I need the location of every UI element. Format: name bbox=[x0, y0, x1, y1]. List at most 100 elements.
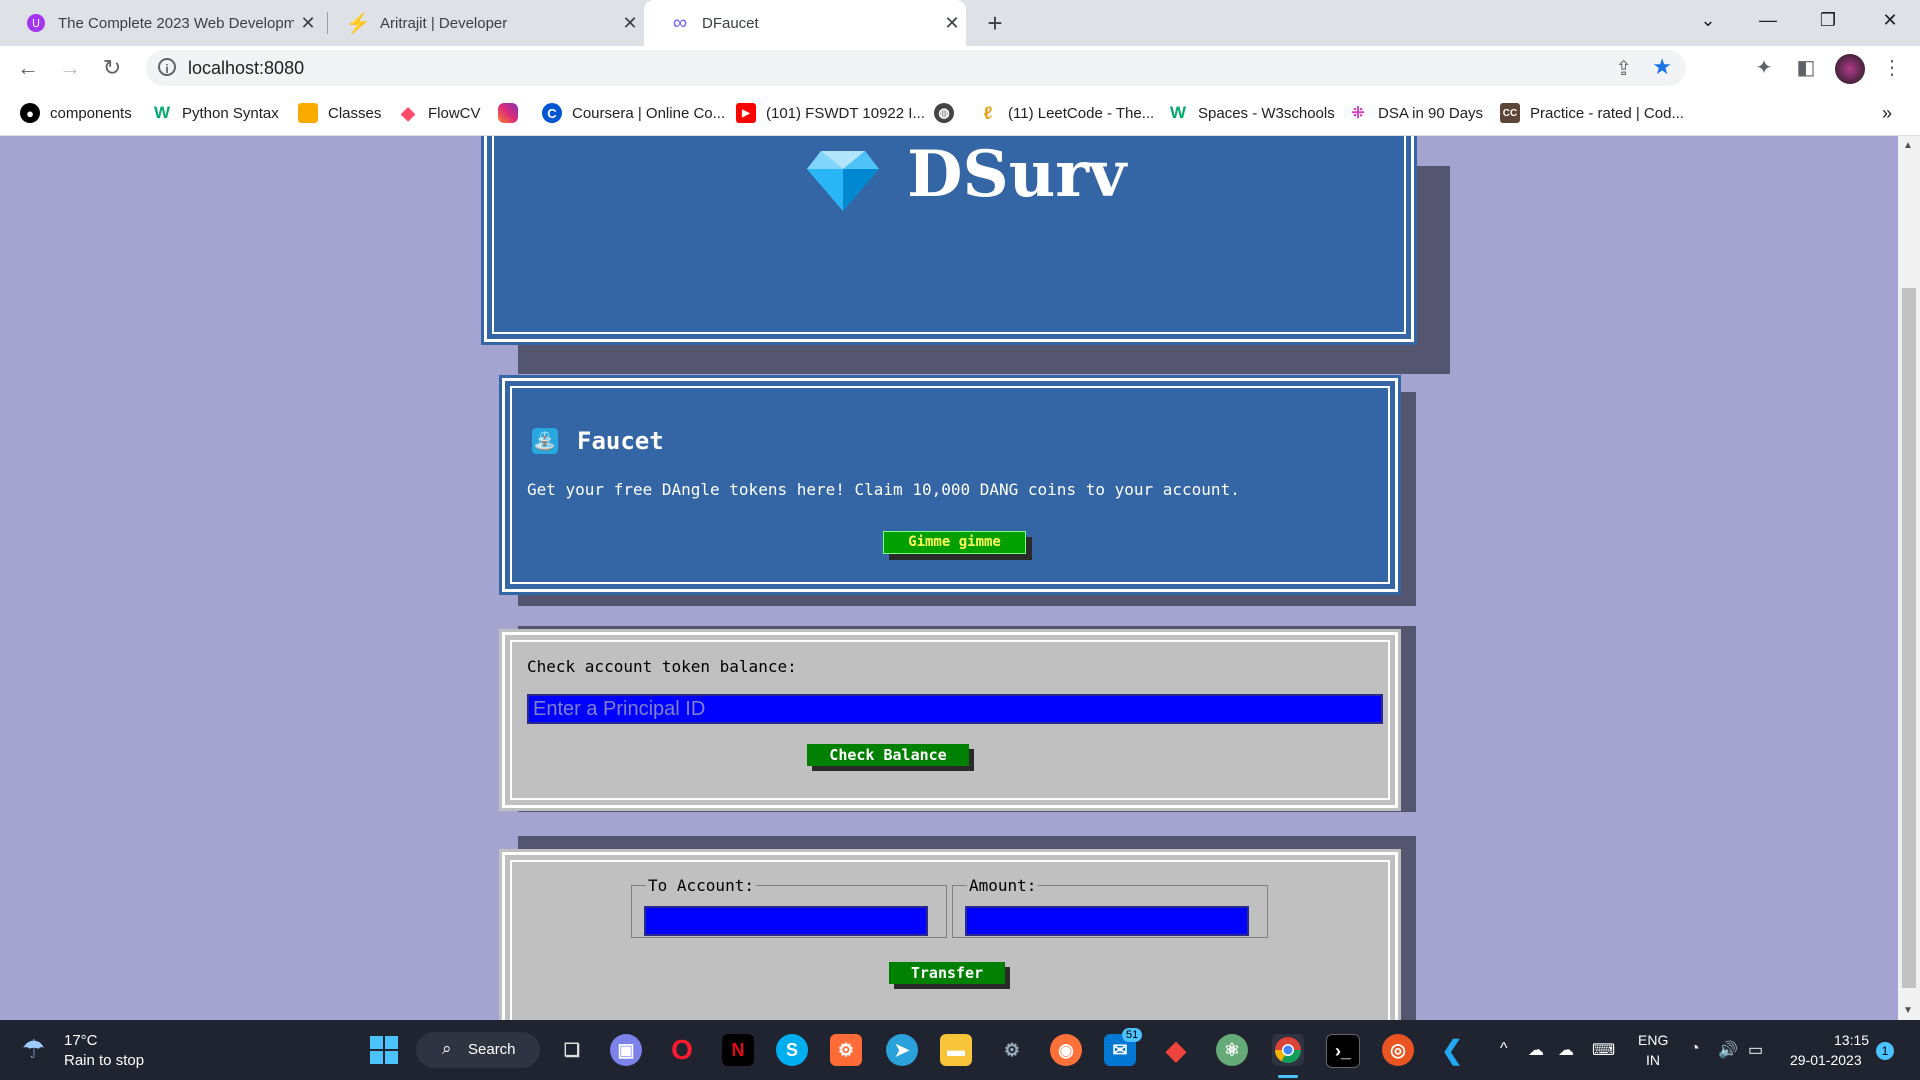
tab-strip: U The Complete 2023 Web Developme ✕ ⚡ Ar… bbox=[0, 0, 1920, 46]
close-icon[interactable]: ✕ bbox=[616, 13, 644, 34]
scroll-up-arrow[interactable]: ▲ bbox=[1903, 140, 1913, 151]
notification-badge[interactable]: 1 bbox=[1876, 1042, 1894, 1060]
share-icon[interactable]: ⇪ bbox=[1615, 56, 1632, 81]
tab-search-button[interactable]: ⌄ bbox=[1678, 0, 1738, 40]
onedrive-icon[interactable]: ☁ bbox=[1528, 1040, 1544, 1060]
browser-toolbar: ← → ↻ i localhost:8080 ⇪ ★ ✦ ◧ ⋮ bbox=[0, 46, 1920, 90]
tab-udemy[interactable]: U The Complete 2023 Web Developme ✕ bbox=[0, 0, 322, 46]
wifi-icon[interactable]: ◔ bbox=[1690, 1040, 1700, 1058]
postman-icon[interactable]: ⚙ bbox=[830, 1034, 862, 1066]
extensions-icon[interactable]: ✦ bbox=[1750, 54, 1778, 82]
weather-temp[interactable]: 17°C bbox=[64, 1032, 98, 1049]
check-balance-button[interactable]: Check Balance bbox=[807, 744, 969, 766]
clock-date[interactable]: 29-01-2023 bbox=[1790, 1052, 1862, 1068]
ubuntu-icon[interactable]: ◎ bbox=[1382, 1034, 1414, 1066]
atom-icon[interactable]: ⚛ bbox=[1216, 1034, 1248, 1066]
infinity-icon: ∞ bbox=[672, 11, 688, 34]
close-icon[interactable]: ✕ bbox=[938, 13, 966, 34]
principal-id-input[interactable]: Enter a Principal ID bbox=[527, 694, 1383, 724]
terminal-icon[interactable]: ›_ bbox=[1326, 1034, 1360, 1068]
tab-title: The Complete 2023 Web Developme bbox=[58, 14, 294, 32]
scrollbar-thumb[interactable] bbox=[1902, 288, 1916, 988]
youtube-icon: ▶ bbox=[736, 103, 756, 123]
balance-label: Check account token balance: bbox=[527, 657, 797, 676]
skype-icon[interactable]: S bbox=[776, 1034, 808, 1066]
globe-icon: ◍ bbox=[934, 103, 954, 123]
amount-input[interactable] bbox=[965, 906, 1249, 936]
page-viewport: DSurv ⛲ Faucet Get your free DAngle toke… bbox=[0, 136, 1898, 1020]
more-bookmarks-label: » bbox=[1882, 102, 1893, 123]
bookmark-instagram[interactable] bbox=[498, 90, 528, 136]
bookmark-coursera[interactable]: C Coursera | Online Co... bbox=[542, 90, 725, 136]
keyboard-icon[interactable]: ⌨ bbox=[1592, 1040, 1615, 1060]
bookmark-label: FlowCV bbox=[428, 104, 481, 122]
task-view-icon[interactable]: ❏ bbox=[556, 1034, 588, 1066]
start-icon[interactable] bbox=[368, 1034, 400, 1066]
clock-time[interactable]: 13:15 bbox=[1834, 1032, 1869, 1048]
minimize-button[interactable]: — bbox=[1738, 0, 1798, 40]
show-hidden-icons[interactable]: ^ bbox=[1500, 1040, 1508, 1058]
info-icon[interactable]: i bbox=[158, 58, 176, 76]
menu-icon[interactable]: ⋮ bbox=[1878, 54, 1906, 82]
bookmark-youtube[interactable]: ▶ (101) FSWDT 10922 I... bbox=[736, 90, 925, 136]
bookmark-dsa[interactable]: ⁜ DSA in 90 Days bbox=[1348, 90, 1483, 136]
transfer-button[interactable]: Transfer bbox=[889, 962, 1005, 984]
teams-chat-icon[interactable]: ▣ bbox=[610, 1034, 642, 1066]
forward-button[interactable]: → bbox=[54, 52, 86, 84]
lang-line1[interactable]: ENG bbox=[1638, 1032, 1668, 1048]
to-account-input[interactable] bbox=[644, 906, 928, 936]
bookmark-components[interactable]: ● components bbox=[20, 90, 132, 136]
bookmark-globe[interactable]: ◍ bbox=[934, 90, 964, 136]
weather-icon[interactable]: ☂ bbox=[22, 1034, 45, 1065]
address-bar[interactable]: i localhost:8080 ⇪ ★ bbox=[146, 50, 1686, 86]
svg-text:U: U bbox=[32, 17, 40, 30]
reload-button[interactable]: ↻ bbox=[96, 52, 128, 84]
bookmark-classes[interactable]: Classes bbox=[298, 90, 381, 136]
lang-line2[interactable]: IN bbox=[1646, 1052, 1660, 1068]
new-tab-button[interactable]: + bbox=[978, 6, 1012, 40]
search-box[interactable]: ⌕ Search bbox=[416, 1032, 540, 1068]
bookmark-leetcode[interactable]: ℓ (11) LeetCode - The... bbox=[978, 90, 1155, 136]
weather-desc[interactable]: Rain to stop bbox=[64, 1052, 144, 1069]
page-scrollbar[interactable]: ▲ ▼ bbox=[1898, 136, 1920, 1020]
header-card: DSurv bbox=[481, 136, 1417, 345]
gimme-button[interactable]: Gimme gimme bbox=[883, 531, 1026, 554]
tab-aritrajit[interactable]: ⚡ Aritrajit | Developer ✕ bbox=[322, 0, 644, 46]
back-button[interactable]: ← bbox=[12, 52, 44, 84]
coursera-icon: C bbox=[542, 103, 562, 123]
star-icon[interactable]: ★ bbox=[1652, 54, 1672, 80]
netflix-icon[interactable]: N bbox=[722, 1034, 754, 1066]
opera-icon[interactable]: O bbox=[666, 1034, 698, 1066]
telegram-icon[interactable]: ➤ bbox=[886, 1034, 918, 1066]
settings-icon[interactable]: ⚙ bbox=[996, 1034, 1028, 1066]
bookmark-spaces-w3schools[interactable]: W Spaces - W3schools bbox=[1168, 90, 1335, 136]
bookmarks-bar: ● components W Python Syntax Classes ◆ F… bbox=[0, 90, 1920, 136]
faucet-icon: ⛲ bbox=[532, 428, 558, 454]
firefox-icon[interactable]: ◉ bbox=[1050, 1034, 1082, 1066]
vscode-icon[interactable]: ❮ bbox=[1436, 1034, 1468, 1066]
tab-dfaucet[interactable]: ∞ DFaucet ✕ bbox=[644, 0, 966, 46]
avatar[interactable] bbox=[1835, 54, 1865, 84]
url-text[interactable]: localhost:8080 bbox=[188, 58, 304, 79]
battery-icon[interactable]: ▭ bbox=[1748, 1040, 1763, 1060]
mail-badge: 51 bbox=[1122, 1028, 1143, 1042]
search-label: Search bbox=[468, 1041, 516, 1058]
chrome-icon[interactable] bbox=[1272, 1034, 1304, 1066]
dsa-icon: ⁜ bbox=[1351, 105, 1365, 122]
cloud-sync-icon[interactable]: ☁ bbox=[1558, 1040, 1574, 1060]
window-close-button[interactable]: ✕ bbox=[1860, 0, 1920, 40]
bookmark-codechef[interactable]: CC Practice - rated | Cod... bbox=[1500, 90, 1684, 136]
bookmark-flowcv[interactable]: ◆ FlowCV bbox=[398, 90, 481, 136]
close-icon[interactable]: ✕ bbox=[294, 13, 322, 34]
side-panel-icon[interactable]: ◧ bbox=[1792, 54, 1820, 82]
restore-button[interactable]: ❐ bbox=[1798, 0, 1858, 40]
anydesk-icon[interactable]: ◆ bbox=[1160, 1034, 1192, 1066]
file-explorer-icon[interactable]: ▬ bbox=[940, 1034, 972, 1066]
w3schools-icon: W bbox=[153, 103, 171, 122]
bookmark-label: Python Syntax bbox=[182, 104, 279, 122]
scroll-down-arrow[interactable]: ▼ bbox=[1903, 1005, 1913, 1016]
bookmark-label: (101) FSWDT 10922 I... bbox=[766, 104, 925, 122]
volume-icon[interactable]: 🔊 bbox=[1718, 1040, 1738, 1060]
more-bookmarks-button[interactable]: » bbox=[1882, 90, 1892, 136]
bookmark-python-syntax[interactable]: W Python Syntax bbox=[152, 90, 279, 136]
